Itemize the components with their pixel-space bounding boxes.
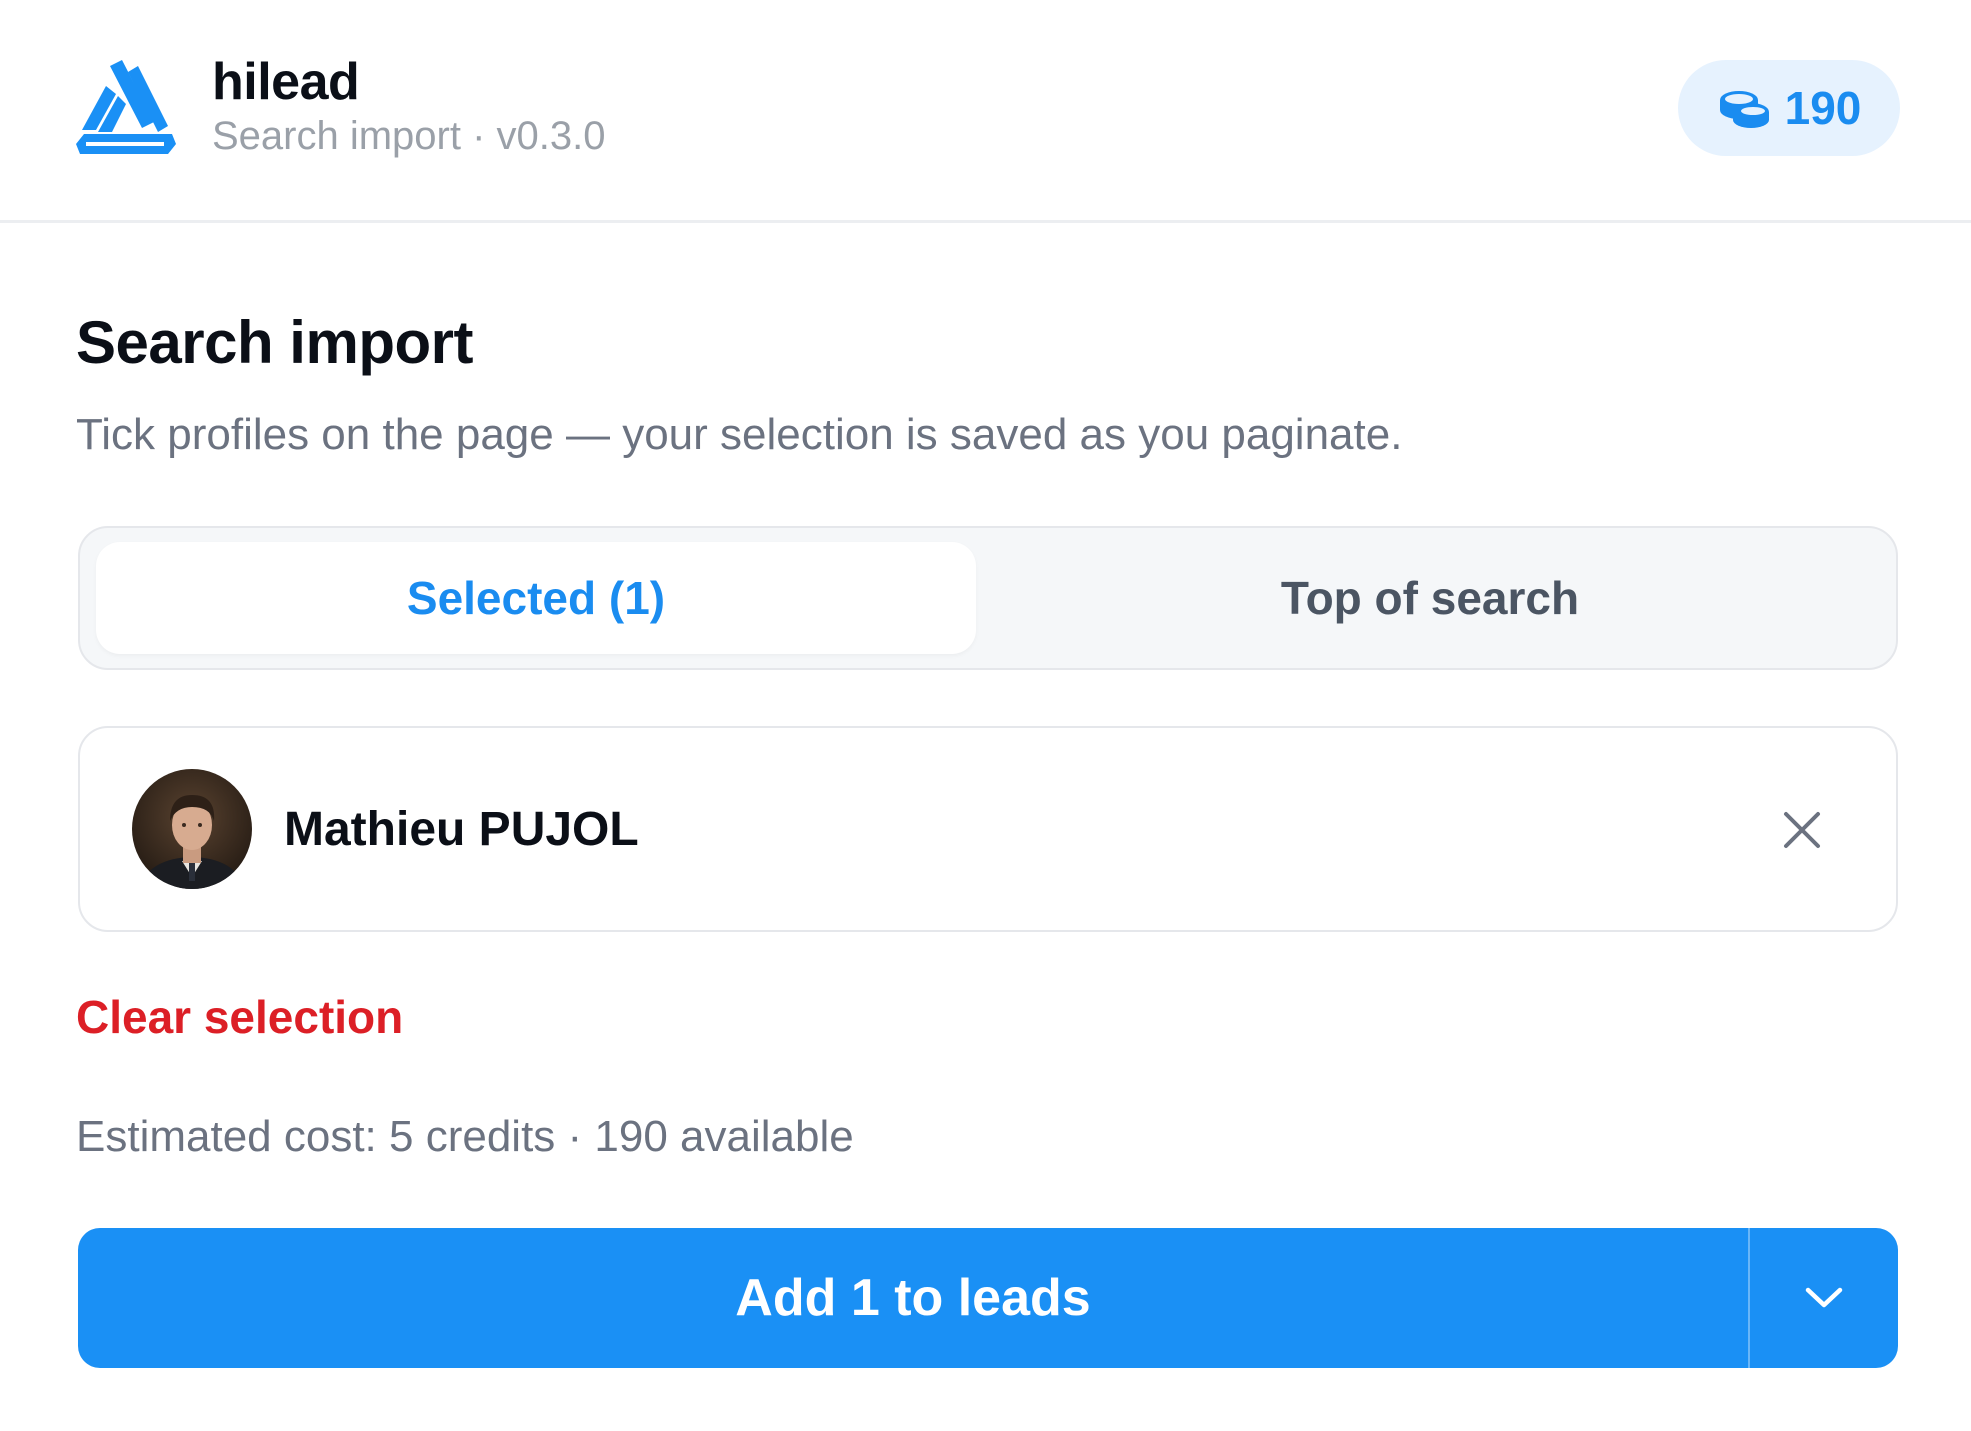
brand-name: hilead <box>212 53 360 111</box>
chevron-down-icon <box>1805 1287 1843 1308</box>
avatar <box>132 769 252 889</box>
clear-selection-button[interactable]: Clear selection <box>76 990 403 1044</box>
close-icon <box>1784 812 1820 848</box>
selected-profile-item: Mathieu PUJOL <box>78 726 1898 932</box>
page-title: Search import <box>76 309 473 376</box>
panel-header: hilead Search import · v0.3.0 190 <box>0 0 1971 223</box>
mode-tabs: Selected (1) Top of search <box>78 526 1898 670</box>
tab-top-of-search[interactable]: Top of search <box>976 542 1884 654</box>
profile-name: Mathieu PUJOL <box>284 803 639 856</box>
brand-subtitle: Search import · v0.3.0 <box>212 114 606 158</box>
estimated-cost: Estimated cost: 5 credits · 190 availabl… <box>76 1112 854 1161</box>
tab-selected[interactable]: Selected (1) <box>96 542 976 654</box>
add-to-leads-button[interactable]: Add 1 to leads <box>78 1228 1748 1368</box>
credits-count: 190 <box>1784 82 1862 134</box>
add-to-leads-split-button: Add 1 to leads <box>78 1228 1898 1368</box>
coins-icon <box>1719 91 1769 128</box>
hilead-logo <box>76 60 176 154</box>
remove-profile-button[interactable] <box>1778 806 1826 854</box>
credits-badge[interactable]: 190 <box>1678 60 1900 156</box>
more-actions-dropdown[interactable] <box>1750 1228 1898 1368</box>
page-description: Tick profiles on the page — your selecti… <box>76 410 1403 459</box>
